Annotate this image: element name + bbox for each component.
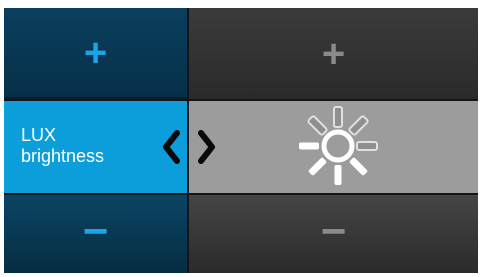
- setting-label-line2: brightness: [21, 146, 105, 166]
- minus-icon: −: [82, 207, 109, 256]
- minus-icon: −: [320, 207, 347, 256]
- plus-icon: +: [83, 30, 108, 75]
- plus-icon: +: [321, 31, 346, 76]
- decrease-setting-button[interactable]: −: [4, 195, 187, 273]
- sun-icon: [299, 106, 378, 185]
- chevron-right-icon[interactable]: [196, 130, 218, 164]
- increase-setting-button[interactable]: +: [4, 8, 187, 99]
- setting-label: LUX brightness: [4, 125, 104, 167]
- increase-value-button[interactable]: +: [189, 8, 478, 99]
- decrease-value-button[interactable]: −: [189, 195, 478, 273]
- chevron-left-icon[interactable]: [160, 130, 182, 164]
- setting-label-line1: LUX: [21, 125, 57, 145]
